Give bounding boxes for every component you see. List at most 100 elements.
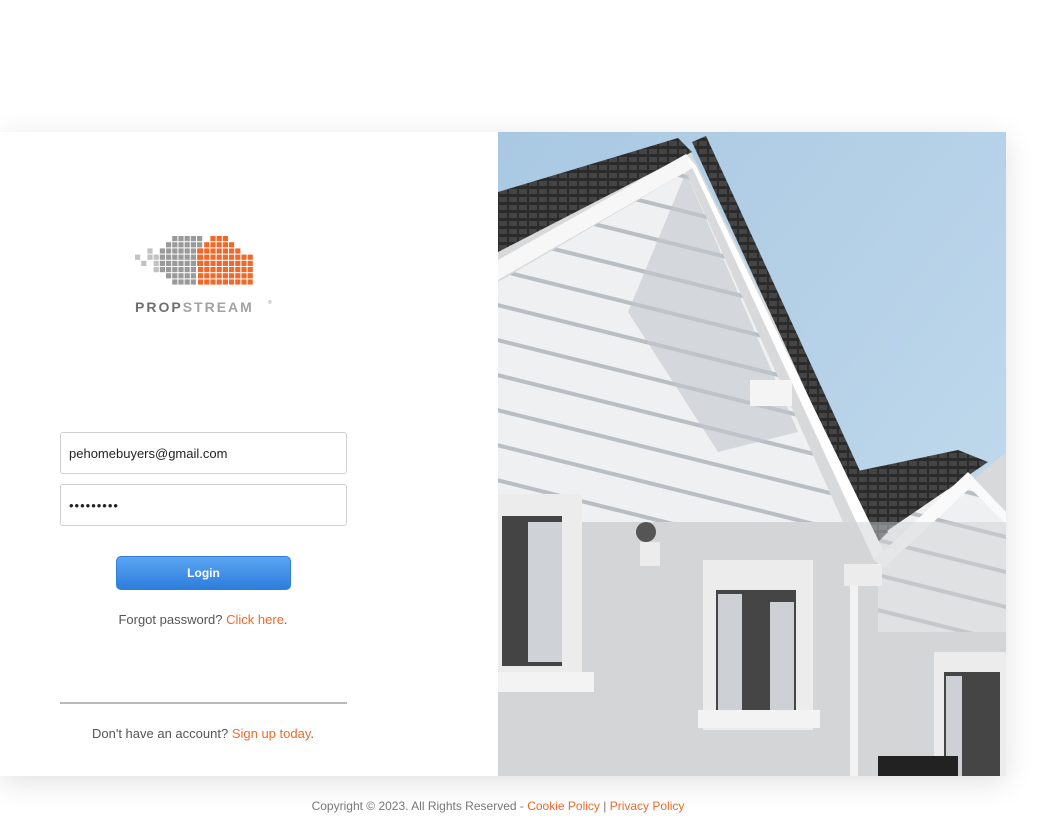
logo-pixel (198, 260, 204, 266)
logo-pixel (197, 242, 203, 248)
divider (60, 702, 347, 704)
logo-pixel (159, 248, 165, 254)
logo-pixel (216, 273, 222, 279)
logo-pixel (210, 260, 216, 266)
logo-pixel (172, 267, 178, 273)
logo-pixel-grid (135, 236, 253, 285)
logo-pixel (247, 267, 253, 273)
logo-pixel (184, 273, 190, 279)
logo-pixel (159, 260, 165, 266)
logo-pixel (190, 236, 196, 242)
logo-pixel (204, 242, 210, 248)
logo-pixel (190, 273, 196, 279)
logo-pixel (222, 273, 228, 279)
logo-pixel (153, 260, 159, 266)
logo-pixel (184, 248, 190, 254)
logo-pixel (184, 254, 190, 260)
logo-pixel (198, 279, 204, 285)
logo-pixel (184, 260, 190, 266)
logo-pixel (204, 279, 210, 285)
logo-pixel (229, 254, 235, 260)
svg-text:®: ® (268, 299, 272, 306)
logo-pixel (198, 248, 204, 254)
logo-pixel (229, 248, 235, 254)
logo-pixel (222, 248, 228, 254)
logo-pixel (141, 260, 147, 266)
logo-pixel (166, 260, 172, 266)
logo-pixel (172, 260, 178, 266)
logo-pixel (172, 279, 178, 285)
logo-pixel (216, 267, 222, 273)
logo-pixel (216, 248, 222, 254)
logo-pixel (184, 242, 190, 248)
logo-pixel (210, 236, 216, 242)
logo-pixel (229, 273, 235, 279)
logo-pixel (241, 273, 247, 279)
logo-pixel (172, 236, 178, 242)
logo-pixel (210, 242, 216, 248)
logo-pixel (184, 267, 190, 273)
login-card: PROPSTREAM ® Login Forgot password? Clic… (0, 132, 1006, 776)
logo-pixel (178, 279, 184, 285)
logo-pixel (190, 248, 196, 254)
logo-pixel (178, 242, 184, 248)
logo-pixel (222, 279, 228, 285)
footer: Copyright © 2023. All Rights Reserved - … (0, 799, 996, 813)
logo-pixel (184, 236, 190, 242)
logo-pixel (190, 242, 196, 248)
privacy-policy-link[interactable]: Privacy Policy (610, 799, 685, 813)
logo-pixel (222, 254, 228, 260)
logo-pixel (241, 267, 247, 273)
logo-pixel (216, 236, 222, 242)
logo-pixel (172, 254, 178, 260)
house-photo (498, 132, 1006, 776)
logo-pixel (153, 267, 159, 273)
logo-pixel (222, 260, 228, 266)
logo-pixel (190, 279, 196, 285)
copyright-text: Copyright © 2023. All Rights Reserved - (311, 799, 528, 813)
login-button[interactable]: Login (116, 556, 291, 590)
forgot-password-link[interactable]: Click here (226, 612, 284, 627)
logo-pixel (241, 260, 247, 266)
logo-pixel (222, 242, 228, 248)
email-field[interactable] (60, 432, 347, 474)
logo-pixel (190, 260, 196, 266)
logo-pixel (153, 254, 159, 260)
logo-pixel (159, 267, 165, 273)
logo-pixel (172, 273, 178, 279)
logo-pixel (210, 254, 216, 260)
forgot-suffix: . (283, 612, 288, 627)
logo-pixel (197, 236, 203, 242)
logo-pixel (210, 273, 216, 279)
logo-pixel (172, 248, 178, 254)
forgot-password-text: Forgot password? (118, 612, 227, 627)
logo-pixel (229, 267, 235, 273)
logo-pixel (166, 248, 172, 254)
cookie-policy-link[interactable]: Cookie Policy (527, 799, 600, 813)
logo-pixel (235, 273, 241, 279)
logo-pixel (178, 260, 184, 266)
logo-pixel (178, 273, 184, 279)
logo-pixel (229, 260, 235, 266)
logo-pixel (247, 273, 253, 279)
logo-pixel (178, 254, 184, 260)
logo-pixel (241, 279, 247, 285)
logo-pixel (166, 242, 172, 248)
signup-link[interactable]: Sign up today (232, 726, 311, 741)
logo-pixel (166, 267, 172, 273)
logo-pixel (216, 279, 222, 285)
logo-pixel (229, 242, 235, 248)
password-field[interactable] (60, 484, 347, 526)
logo-pixel (247, 260, 253, 266)
logo-pixel (204, 254, 210, 260)
logo-pixel (204, 267, 210, 273)
logo-pixel (222, 267, 228, 273)
logo-pixel (159, 254, 165, 260)
forgot-password-row: Forgot password? Click here. (0, 612, 406, 627)
login-panel: PROPSTREAM ® Login Forgot password? Clic… (0, 132, 498, 776)
signup-suffix: . (310, 726, 314, 741)
propstream-logo: PROPSTREAM ® (135, 236, 272, 315)
logo-pixel (235, 248, 241, 254)
logo-pixel (247, 254, 253, 260)
logo-pixel (184, 279, 190, 285)
